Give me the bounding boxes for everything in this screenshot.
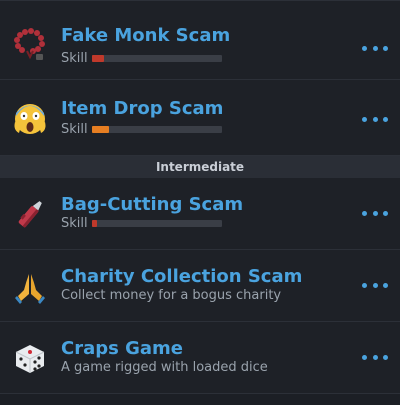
more-options-button[interactable] [362, 43, 388, 53]
more-options-button[interactable] [362, 280, 388, 290]
skill-progress-fill [92, 220, 98, 227]
skill-progress-bar [92, 126, 222, 133]
skill-progress-bar [92, 220, 222, 227]
skill-label: Skill [61, 216, 88, 231]
skill-progress-fill [92, 126, 109, 133]
item-title: Craps Game [61, 338, 183, 359]
skill-label: Skill [61, 122, 88, 137]
skill-label: Skill [61, 51, 88, 66]
list-item[interactable]: Item Drop Scam Skill [0, 80, 400, 156]
list-item[interactable]: Craps Game A game rigged with loaded dic… [0, 322, 400, 394]
more-options-button[interactable] [362, 352, 388, 362]
dice-icon [15, 345, 45, 373]
item-title: Fake Monk Scam [61, 25, 231, 46]
box-cutter-icon [18, 201, 42, 228]
item-title: Item Drop Scam [61, 98, 224, 119]
item-title: Bag-Cutting Scam [61, 194, 244, 215]
prayer-beads-icon [14, 28, 45, 60]
item-description: A game rigged with loaded dice [61, 360, 268, 375]
folded-hands-icon [15, 274, 45, 304]
skill-progress-bar [92, 55, 222, 62]
list-item[interactable]: Fake Monk Scam Skill [0, 0, 400, 80]
item-description: Collect money for a bogus charity [61, 288, 282, 303]
skill-progress-fill [92, 55, 104, 62]
more-options-button[interactable] [362, 208, 388, 218]
list-item[interactable]: Charity Collection Scam Collect money fo… [0, 250, 400, 322]
section-header: Intermediate [0, 156, 400, 178]
scam-list: Fake Monk Scam Skill Item Drop Scam Skil… [0, 0, 400, 405]
list-item[interactable]: Bag-Cutting Scam Skill [0, 178, 400, 250]
screaming-face-icon [14, 104, 46, 134]
more-options-button[interactable] [362, 114, 388, 124]
item-title: Charity Collection Scam [61, 266, 303, 287]
